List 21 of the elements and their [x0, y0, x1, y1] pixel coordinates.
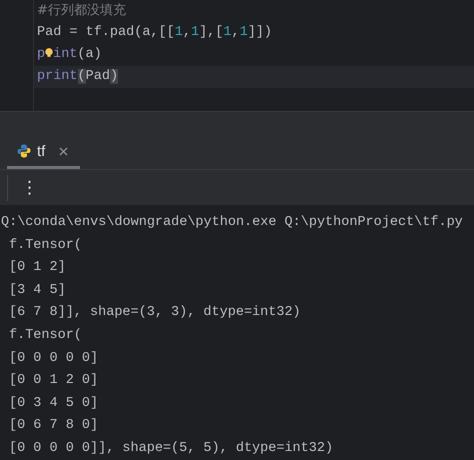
code-text: p [37, 46, 46, 64]
more-button[interactable]: ⋮ [19, 178, 40, 198]
run-tab[interactable]: tf [7, 136, 80, 169]
console-line: f.Tensor( [8, 236, 83, 255]
console-line: Q:\conda\envs\downgrade\python.exe Q:\pythonProject\tf.py [0, 214, 464, 232]
console-line: [0 6 7 8 0] [8, 417, 100, 436]
code-text: Pad = tf.pad(a,[[1,1],[1,1]]) [37, 24, 272, 42]
console-line: [0 3 4 5 0] [8, 394, 100, 413]
console-line: f.Tensor( [8, 326, 83, 345]
code-text: print(Pad) [37, 68, 118, 86]
console-line: [6 7 8]], shape=(3, 3), dtype=int32) [8, 304, 302, 322]
python-logo-icon [17, 144, 31, 158]
console-line: [0 0 0 0 0] [8, 350, 100, 368]
close-icon[interactable] [59, 146, 68, 156]
console-line: [0 0 1 2 0] [8, 372, 100, 390]
code-text: #行列都没填充 [37, 2, 126, 20]
console-line: [0 1 2] [8, 259, 67, 278]
console-line: [0 0 0 0 0]], shape=(5, 5), dtype=int32) [8, 440, 334, 458]
console-line: [3 4 5] [8, 282, 67, 300]
lightbulb-icon[interactable] [45, 46, 54, 58]
code-text: int(a) [53, 46, 102, 64]
